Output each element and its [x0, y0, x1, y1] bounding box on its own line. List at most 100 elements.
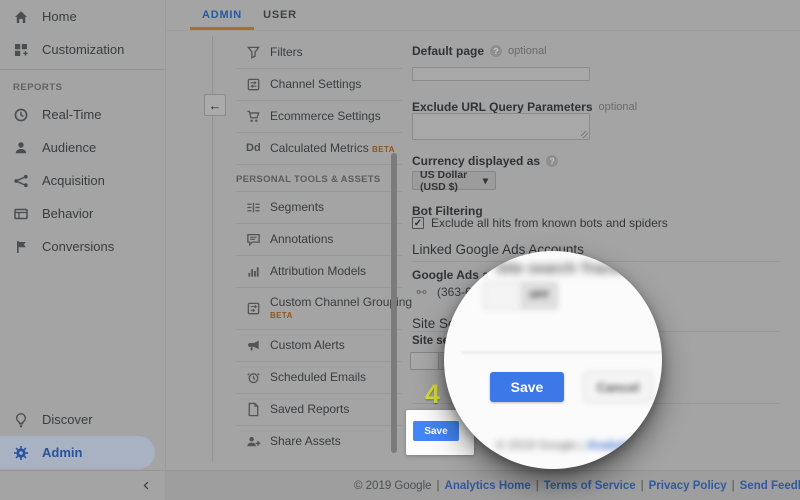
segments-icon	[246, 200, 261, 215]
tutorial-step-number: 4	[425, 379, 440, 410]
left-sidebar: Home Customization REPORTS Real-Time Aud…	[0, 0, 166, 500]
sidebar-item-customization[interactable]: Customization	[0, 33, 165, 66]
currency-label: Currency displayed as ?	[412, 154, 558, 168]
settings-item-attribution-models[interactable]: Attribution Models	[213, 255, 404, 287]
bot-filtering-checkbox[interactable]: ✓	[412, 217, 424, 229]
settings-item-channel-settings[interactable]: Channel Settings	[213, 68, 404, 100]
default-page-input[interactable]	[412, 67, 590, 81]
exclude-params-textarea[interactable]	[412, 113, 590, 140]
home-icon	[13, 9, 29, 25]
bot-filtering-checkbox-label: Exclude all hits from known bots and spi…	[431, 216, 668, 230]
collapse-panel-button[interactable]: ←	[204, 94, 226, 116]
settings-item-segments[interactable]: Segments	[213, 191, 404, 223]
optional-hint: optional	[599, 101, 638, 113]
settings-item-ecommerce-settings[interactable]: Ecommerce Settings	[213, 100, 404, 132]
sidebar-item-discover[interactable]: Discover	[0, 403, 165, 436]
sidebar-bottom: Discover Admin	[0, 403, 165, 469]
sidebar-divider	[0, 69, 165, 70]
exclude-params-label: Exclude URL Query Parameters optional	[412, 100, 637, 114]
settings-item-label: Saved Reports	[270, 402, 349, 416]
footer-link-terms-of-service[interactable]: Terms of Service	[544, 480, 636, 492]
settings-item-calculated-metrics[interactable]: Dd Calculated Metrics BETA	[213, 132, 404, 164]
customization-icon	[13, 42, 29, 58]
sidebar-item-behavior[interactable]: Behavior	[0, 197, 165, 230]
flag-icon	[13, 239, 29, 255]
filter-icon	[246, 45, 261, 60]
help-icon[interactable]: ?	[546, 155, 558, 167]
sidebar-item-real-time[interactable]: Real-Time	[0, 98, 165, 131]
tab-user[interactable]: USER	[256, 0, 304, 30]
magnified-tracking-label: Site search Tracking	[496, 260, 642, 277]
sidebar-collapse-bar	[0, 470, 165, 500]
sidebar-item-label: Behavior	[42, 206, 93, 221]
footer-links-row: © 2019 Google | Analytics Home | Terms o…	[378, 471, 800, 500]
copyright-text: © 2019 Google	[354, 480, 432, 492]
link-icon	[414, 286, 429, 298]
settings-item-label: Calculated Metrics BETA	[270, 141, 395, 155]
settings-item-share-assets[interactable]: Share Assets	[213, 425, 404, 457]
currency-dropdown[interactable]: US Dollar (USD $) ▾	[412, 171, 496, 190]
channel-settings-icon	[246, 77, 261, 92]
bar-chart-icon	[246, 264, 261, 279]
resize-handle[interactable]	[581, 131, 588, 138]
alarm-clock-icon	[246, 370, 261, 385]
chevron-left-icon[interactable]	[141, 480, 152, 491]
footer-link-privacy-policy[interactable]: Privacy Policy	[649, 480, 727, 492]
magnified-toggle-on-segment	[484, 282, 522, 309]
footer-link-analytics-home[interactable]: Analytics Home	[445, 480, 531, 492]
chevron-down-icon: ▾	[483, 175, 488, 187]
default-page-label: Default page ? optional	[412, 44, 547, 58]
sidebar-item-label: Conversions	[42, 239, 114, 254]
ga-admin-page: Home Customization REPORTS Real-Time Aud…	[0, 0, 800, 500]
settings-item-label: Attribution Models	[270, 264, 366, 278]
behavior-icon	[13, 206, 29, 222]
cart-icon	[246, 109, 261, 124]
sidebar-section-reports: REPORTS	[0, 73, 165, 98]
settings-item-label: Annotations	[270, 232, 333, 246]
magnified-cancel-button[interactable]: Cancel	[584, 372, 652, 402]
sidebar-item-label: Discover	[42, 412, 93, 427]
tab-bar: ADMIN USER	[166, 0, 800, 31]
gear-icon	[13, 445, 29, 461]
active-tab-indicator	[190, 27, 254, 30]
back-arrow-icon: ←	[209, 98, 222, 113]
currency-selected: US Dollar (USD $)	[420, 169, 483, 193]
settings-scrollbar-thumb[interactable]	[391, 153, 397, 453]
magnified-footer-blur: © 2019 Google | Analytics Home	[496, 438, 662, 452]
help-icon[interactable]: ?	[490, 45, 502, 57]
bot-filtering-row: ✓ Exclude all hits from known bots and s…	[412, 216, 668, 230]
optional-hint: optional	[508, 45, 547, 57]
sidebar-item-admin[interactable]: Admin	[0, 436, 155, 469]
settings-item-saved-reports[interactable]: Saved Reports	[213, 393, 404, 425]
tutorial-magnifier-circle: Site search Tracking OFF Save Cancel © 2…	[444, 251, 662, 469]
magnified-save-button[interactable]: Save	[490, 372, 564, 402]
settings-nav-panel: Filters Channel Settings Ecommerce Setti…	[212, 36, 404, 462]
settings-item-custom-channel-grouping[interactable]: Custom Channel GroupingBETA	[213, 287, 404, 329]
save-button[interactable]: Save	[413, 421, 459, 441]
page-footer: © 2019 Google | Analytics Home | Terms o…	[166, 470, 800, 500]
sidebar-item-home[interactable]: Home	[0, 0, 165, 33]
sidebar-item-audience[interactable]: Audience	[0, 131, 165, 164]
settings-item-scheduled-emails[interactable]: Scheduled Emails	[213, 361, 404, 393]
sidebar-item-label: Customization	[42, 42, 124, 57]
megaphone-icon	[246, 338, 261, 353]
settings-section-personal-tools: PERSONAL TOOLS & ASSETS	[213, 164, 404, 191]
footer-link-send-feedback[interactable]: Send Feedback	[740, 480, 800, 492]
settings-item-label: Scheduled Emails	[270, 370, 366, 384]
acquisition-icon	[13, 173, 29, 189]
tab-admin[interactable]: ADMIN	[190, 0, 254, 30]
toggle-on-segment[interactable]	[410, 352, 439, 370]
settings-item-label: Custom Alerts	[270, 338, 345, 352]
sidebar-item-label: Admin	[42, 445, 82, 460]
settings-item-label: Channel Settings	[270, 77, 361, 91]
settings-item-annotations[interactable]: Annotations	[213, 223, 404, 255]
clock-icon	[13, 107, 29, 123]
settings-item-custom-alerts[interactable]: Custom Alerts	[213, 329, 404, 361]
sidebar-item-conversions[interactable]: Conversions	[0, 230, 165, 263]
settings-item-filters[interactable]: Filters	[213, 36, 404, 68]
sidebar-item-acquisition[interactable]: Acquisition	[0, 164, 165, 197]
person-icon	[13, 140, 29, 156]
settings-item-label: Segments	[270, 200, 324, 214]
person-add-icon	[246, 434, 261, 449]
check-icon: ✓	[414, 218, 422, 229]
